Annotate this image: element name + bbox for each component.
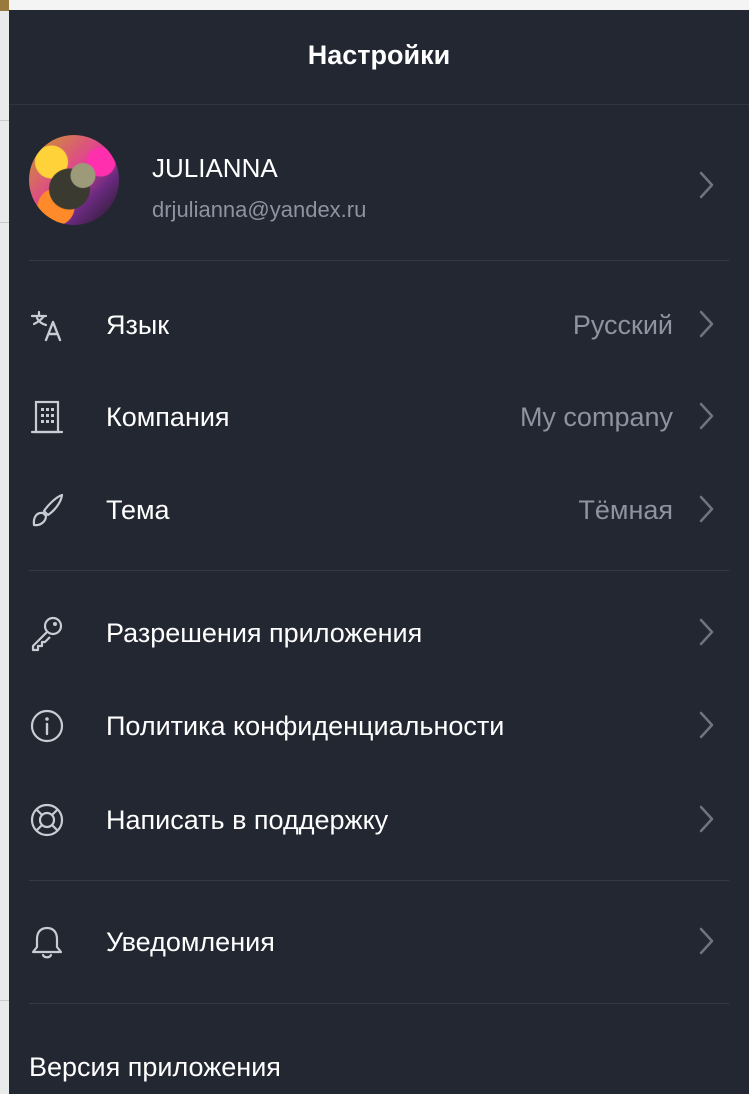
menu-notifications[interactable]: Уведомления	[9, 897, 749, 989]
section-divider	[29, 260, 729, 261]
info-icon	[26, 705, 68, 747]
background-divider	[0, 1000, 9, 1001]
building-icon	[26, 396, 68, 438]
key-icon	[26, 612, 68, 654]
translate-icon	[26, 304, 68, 346]
background-divider	[0, 222, 9, 223]
settings-panel: Настройки JULIANNA drjulianna@yandex.ru …	[9, 10, 749, 1094]
menu-privacy-policy[interactable]: Политика конфиденциальности	[9, 681, 749, 773]
avatar	[29, 135, 119, 225]
profile-row[interactable]: JULIANNA drjulianna@yandex.ru	[9, 105, 749, 265]
chevron-right-icon	[695, 709, 717, 741]
setting-company[interactable]: Компания My company	[9, 372, 749, 464]
bell-icon	[26, 921, 68, 963]
background-divider	[0, 120, 9, 121]
setting-value: Русский	[572, 310, 673, 340]
chevron-right-icon	[695, 925, 717, 957]
chevron-right-icon	[695, 400, 717, 432]
lifebuoy-icon	[26, 799, 68, 841]
menu-app-permissions[interactable]: Разрешения приложения	[9, 588, 749, 680]
chevron-right-icon	[695, 308, 717, 340]
chevron-right-icon	[695, 616, 717, 648]
chevron-right-icon	[695, 169, 717, 201]
brush-icon	[26, 489, 68, 531]
setting-label: Компания	[106, 402, 230, 432]
section-divider	[29, 880, 729, 881]
setting-label: Язык	[106, 310, 170, 340]
profile-name: JULIANNA	[152, 153, 278, 183]
chevron-right-icon	[695, 803, 717, 835]
menu-label: Уведомления	[106, 927, 275, 957]
setting-label: Тема	[106, 495, 170, 525]
chevron-right-icon	[695, 493, 717, 525]
app-version-label: Версия приложения	[29, 1052, 281, 1082]
menu-label: Написать в поддержку	[106, 805, 389, 835]
background-tab-marker	[0, 0, 9, 11]
settings-header: Настройки	[9, 10, 749, 105]
menu-contact-support[interactable]: Написать в поддержку	[9, 775, 749, 867]
setting-language[interactable]: Язык Русский	[9, 280, 749, 372]
background-top-strip	[0, 0, 749, 10]
section-divider	[29, 570, 729, 571]
setting-value: My company	[519, 402, 673, 432]
page-title: Настройки	[307, 40, 451, 70]
setting-theme[interactable]: Тема Тёмная	[9, 465, 749, 557]
menu-label: Политика конфиденциальности	[106, 711, 505, 741]
setting-value: Тёмная	[578, 495, 673, 525]
profile-email: drjulianna@yandex.ru	[152, 197, 367, 222]
section-divider	[29, 1003, 729, 1004]
menu-label: Разрешения приложения	[106, 618, 423, 648]
